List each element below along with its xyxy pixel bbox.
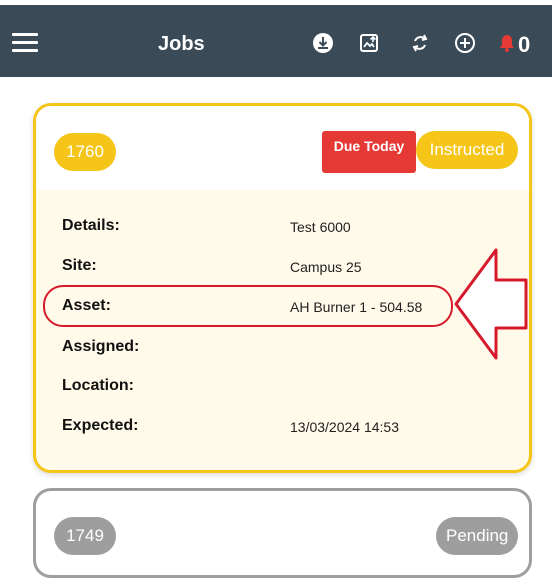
field-label-expected: Expected: — [62, 417, 139, 434]
top-bar: Jobs 0 — [0, 0, 552, 92]
menu-icon[interactable] — [12, 33, 38, 53]
job-card-header: 1760 Due Today Instructed — [36, 106, 529, 190]
status-badge: Instructed — [416, 131, 518, 169]
field-label-site: Site: — [62, 257, 97, 274]
sync-icon[interactable] — [405, 28, 435, 58]
gallery-upload-icon[interactable] — [354, 28, 384, 58]
page-title: Jobs — [158, 33, 205, 55]
app-header: Jobs 0 — [0, 5, 552, 77]
asset-highlight-outline — [43, 285, 453, 327]
due-today-badge: Due Today — [322, 131, 416, 173]
add-circle-icon[interactable] — [450, 28, 480, 58]
field-value-site: Campus 25 — [290, 259, 362, 275]
field-label-location: Location: — [62, 377, 134, 394]
left-arrow-annotation — [454, 248, 528, 360]
field-value-details: Test 6000 — [290, 219, 351, 235]
job-id-badge: 1749 — [54, 517, 116, 555]
field-label-details: Details: — [62, 217, 120, 234]
status-badge: Pending — [436, 517, 518, 555]
field-value-expected: 13/03/2024 14:53 — [290, 419, 399, 435]
job-card[interactable]: 1749 Pending — [33, 488, 532, 578]
download-icon[interactable] — [308, 28, 338, 58]
job-id-badge: 1760 — [54, 133, 116, 171]
notification-count: 0 — [518, 32, 531, 57]
field-label-assigned: Assigned: — [62, 338, 140, 355]
